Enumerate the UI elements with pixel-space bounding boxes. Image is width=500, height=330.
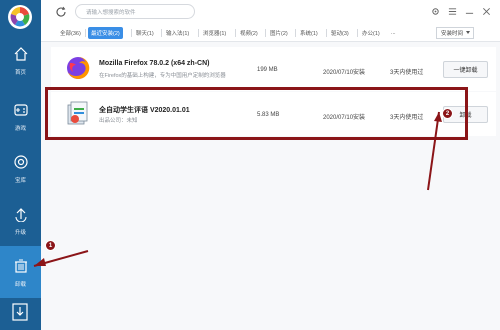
app-size: 5.83 MB bbox=[257, 112, 280, 118]
sidebar-item-games[interactable]: 游戏 bbox=[0, 90, 41, 142]
sidebar-item-label: 首页 bbox=[14, 70, 26, 76]
app-description: 出品公司：未知 bbox=[99, 118, 138, 124]
home-icon bbox=[11, 44, 31, 64]
sidebar-item-label: 游戏 bbox=[14, 126, 26, 132]
gamepad-icon bbox=[11, 100, 31, 120]
sidebar-item-upgrade[interactable]: 升级 bbox=[0, 194, 41, 246]
tab-divider bbox=[85, 29, 86, 37]
app-name: 全自动学生评语 V2020.01.01 bbox=[99, 107, 190, 114]
step-2-badge: 2 bbox=[442, 108, 453, 119]
installer-icon bbox=[67, 101, 88, 125]
app-description: 在Firefox的基础上构建，专为中国用户定制的浏览器 bbox=[99, 73, 226, 79]
tab-divider bbox=[265, 29, 266, 37]
tab-divider bbox=[326, 29, 327, 37]
sidebar-item-uninstall[interactable]: 卸载 bbox=[0, 246, 41, 298]
one-click-uninstall-button[interactable]: 一键卸载 bbox=[443, 61, 488, 78]
step-1-badge: 1 bbox=[45, 240, 56, 251]
tab-divider bbox=[161, 29, 162, 37]
tab-driver[interactable]: 驱动(3) bbox=[328, 27, 352, 39]
tab-system[interactable]: 系统(1) bbox=[297, 27, 321, 39]
sort-selected-value: 安装时间 bbox=[441, 31, 464, 37]
tab-divider bbox=[295, 29, 296, 37]
chevron-down-icon bbox=[466, 31, 470, 34]
sidebar-item-home[interactable]: 首页 bbox=[0, 34, 41, 86]
tab-divider bbox=[198, 29, 199, 37]
trash-icon bbox=[11, 256, 31, 276]
list-item[interactable]: Mozilla Firefox 78.0.2 (x64 zh-CN) 在Fire… bbox=[51, 47, 496, 91]
sidebar-item-treasure[interactable]: 宝库 bbox=[0, 142, 41, 194]
sidebar-item-label: 卸载 bbox=[14, 282, 26, 288]
close-icon[interactable] bbox=[480, 5, 492, 17]
tab-divider bbox=[357, 29, 358, 37]
tab-office[interactable]: 办公(1) bbox=[359, 27, 383, 39]
tab-more[interactable]: ... bbox=[388, 27, 399, 39]
minimize-icon[interactable] bbox=[463, 5, 475, 17]
app-name: Mozilla Firefox 78.0.2 (x64 zh-CN) bbox=[99, 60, 210, 67]
usage-status: 3天内使用过 bbox=[390, 70, 424, 76]
usage-status: 3天内使用过 bbox=[390, 115, 424, 121]
sidebar-item-label: 宝库 bbox=[14, 178, 26, 184]
app-list: Mozilla Firefox 78.0.2 (x64 zh-CN) 在Fire… bbox=[41, 42, 500, 330]
download-icon[interactable] bbox=[8, 302, 32, 322]
tab-all[interactable]: 全部(36) bbox=[57, 27, 84, 39]
tab-divider bbox=[235, 29, 236, 37]
category-tabs: 全部(36) 最近安装(2) 聊天(1) 输入法(1) 浏览器(1) 视频(2)… bbox=[41, 24, 500, 42]
upgrade-icon bbox=[11, 204, 31, 224]
install-date: 2020/07/10安装 bbox=[323, 70, 366, 76]
sidebar: 首页 游戏 宝库 升级 卸载 bbox=[0, 0, 41, 330]
top-bar: 请输入想搜索的软件 bbox=[41, 0, 500, 24]
gear-icon[interactable] bbox=[429, 5, 441, 17]
treasure-icon bbox=[11, 152, 31, 172]
install-date: 2020/07/10安装 bbox=[323, 115, 366, 121]
firefox-icon bbox=[67, 56, 90, 79]
tab-browser[interactable]: 浏览器(1) bbox=[200, 27, 229, 39]
list-item[interactable]: 全自动学生评语 V2020.01.01 出品公司：未知 5.83 MB 2020… bbox=[51, 92, 496, 136]
app-size: 199 MB bbox=[257, 67, 278, 73]
sidebar-item-label: 升级 bbox=[14, 230, 26, 236]
search-placeholder: 请输入想搜索的软件 bbox=[86, 9, 136, 16]
tab-divider bbox=[131, 29, 132, 37]
tab-image[interactable]: 图片(2) bbox=[267, 27, 291, 39]
sort-select[interactable]: 安装时间 bbox=[436, 27, 474, 39]
tab-video[interactable]: 视频(2) bbox=[237, 27, 261, 39]
app-logo-icon bbox=[8, 5, 32, 29]
tab-chat[interactable]: 聊天(1) bbox=[133, 27, 157, 39]
menu-icon[interactable] bbox=[446, 5, 458, 17]
tab-input-method[interactable]: 输入法(1) bbox=[163, 27, 192, 39]
tab-recent[interactable]: 最近安装(2) bbox=[88, 27, 123, 39]
search-input[interactable]: 请输入想搜索的软件 bbox=[75, 4, 195, 19]
refresh-icon[interactable] bbox=[55, 6, 67, 18]
